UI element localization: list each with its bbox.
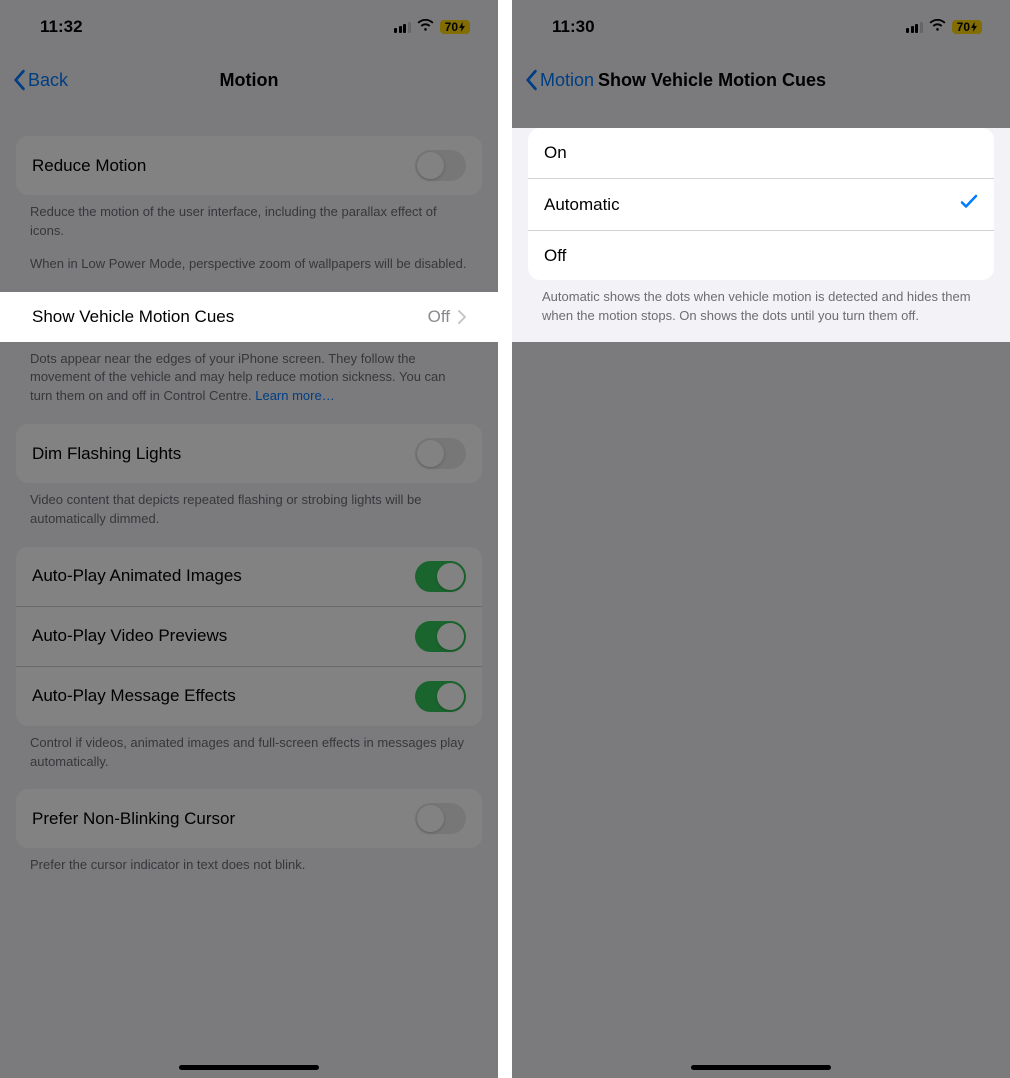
option-on[interactable]: On (528, 128, 994, 178)
chevron-left-icon (12, 69, 26, 91)
autoplay-footer: Control if videos, animated images and f… (0, 726, 498, 772)
option-automatic[interactable]: Automatic (528, 178, 994, 230)
reduce-motion-toggle[interactable] (415, 150, 466, 181)
home-indicator (179, 1065, 319, 1070)
status-bar: 11:32 70 (0, 0, 498, 54)
cellular-icon (394, 21, 411, 33)
dim-flashing-label: Dim Flashing Lights (32, 444, 181, 464)
highlight-vehicle-cues: Show Vehicle Motion Cues Off (0, 292, 498, 342)
reduce-motion-label: Reduce Motion (32, 156, 146, 176)
option-automatic-label: Automatic (544, 195, 620, 215)
back-button[interactable]: Motion (524, 69, 594, 91)
page-title: Show Vehicle Motion Cues (598, 70, 826, 91)
phone-left: 11:32 70 Back Motion Reduce Motion Reduc… (0, 0, 498, 1078)
reduce-motion-footer-2: When in Low Power Mode, perspective zoom… (0, 241, 498, 274)
status-time: 11:32 (40, 17, 83, 37)
cursor-footer: Prefer the cursor indicator in text does… (0, 848, 498, 875)
phone-right: 11:30 70 Motion Show Vehicle Motion Cues… (512, 0, 1010, 1078)
row-vehicle-cues[interactable]: Show Vehicle Motion Cues Off (16, 292, 482, 342)
option-off[interactable]: Off (528, 230, 994, 280)
battery-badge: 70 (952, 20, 982, 34)
home-indicator (691, 1065, 831, 1070)
highlight-options: On Automatic Off Automatic shows the dot… (512, 128, 1010, 342)
row-autoplay-animated[interactable]: Auto-Play Animated Images (16, 547, 482, 606)
autoplay-previews-toggle[interactable] (415, 621, 466, 652)
group-options: On Automatic Off (528, 128, 994, 280)
group-cursor: Prefer Non-Blinking Cursor (16, 789, 482, 848)
option-off-label: Off (544, 246, 566, 266)
dim-flashing-toggle[interactable] (415, 438, 466, 469)
nav-bar: Motion Show Vehicle Motion Cues (512, 54, 1010, 106)
row-cursor[interactable]: Prefer Non-Blinking Cursor (16, 789, 482, 848)
wifi-icon (929, 17, 946, 37)
vehicle-cues-footer: Dots appear near the edges of your iPhon… (0, 342, 498, 407)
dim-flashing-footer: Video content that depicts repeated flas… (0, 483, 498, 529)
back-label: Motion (540, 70, 594, 91)
autoplay-effects-toggle[interactable] (415, 681, 466, 712)
nav-bar: Back Motion (0, 54, 498, 106)
vehicle-cues-value: Off (428, 307, 450, 327)
status-bar: 11:30 70 (512, 0, 1010, 54)
autoplay-animated-label: Auto-Play Animated Images (32, 566, 242, 586)
group-autoplay: Auto-Play Animated Images Auto-Play Vide… (16, 547, 482, 726)
row-reduce-motion[interactable]: Reduce Motion (16, 136, 482, 195)
row-dim-flashing[interactable]: Dim Flashing Lights (16, 424, 482, 483)
checkmark-icon (960, 193, 978, 216)
group-dim-flashing: Dim Flashing Lights (16, 424, 482, 483)
back-button[interactable]: Back (12, 69, 68, 91)
battery-badge: 70 (440, 20, 470, 34)
page-title: Motion (0, 70, 498, 91)
chevron-left-icon (524, 69, 538, 91)
row-autoplay-previews[interactable]: Auto-Play Video Previews (16, 606, 482, 666)
cellular-icon (906, 21, 923, 33)
row-autoplay-effects[interactable]: Auto-Play Message Effects (16, 666, 482, 726)
autoplay-animated-toggle[interactable] (415, 561, 466, 592)
group-reduce-motion: Reduce Motion (16, 136, 482, 195)
vehicle-cues-label: Show Vehicle Motion Cues (32, 307, 234, 327)
cursor-label: Prefer Non-Blinking Cursor (32, 809, 235, 829)
options-footer: Automatic shows the dots when vehicle mo… (512, 280, 1010, 326)
option-on-label: On (544, 143, 567, 163)
chevron-right-icon (458, 310, 466, 324)
wifi-icon (417, 17, 434, 37)
autoplay-effects-label: Auto-Play Message Effects (32, 686, 236, 706)
autoplay-previews-label: Auto-Play Video Previews (32, 626, 227, 646)
back-label: Back (28, 70, 68, 91)
learn-more-link[interactable]: Learn more… (255, 388, 334, 403)
status-time: 11:30 (552, 17, 595, 37)
reduce-motion-footer: Reduce the motion of the user interface,… (0, 195, 498, 241)
cursor-toggle[interactable] (415, 803, 466, 834)
